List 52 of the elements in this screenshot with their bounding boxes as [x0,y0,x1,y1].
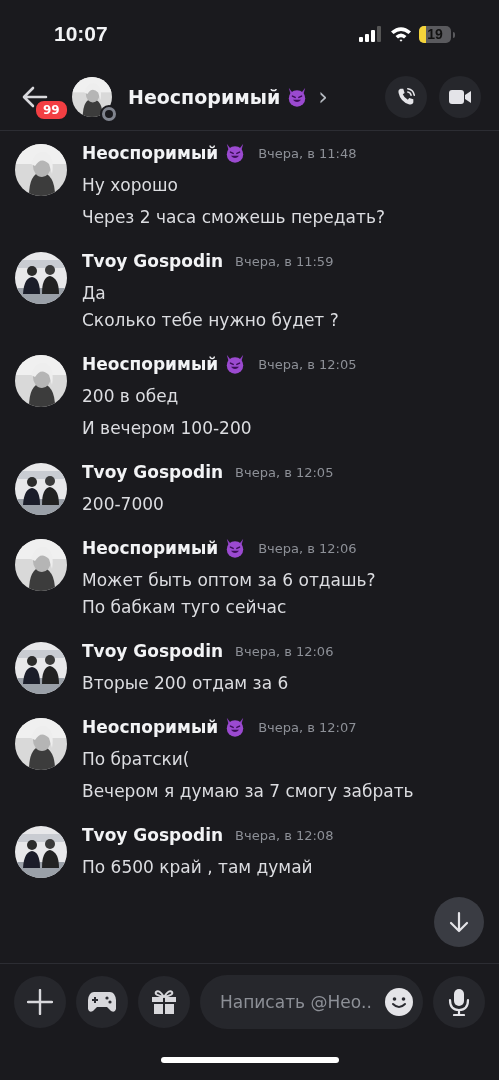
games-button[interactable] [76,976,128,1028]
message-timestamp: Вчера, в 12:05 [235,464,334,480]
add-button[interactable] [14,976,66,1028]
plus-icon [27,989,53,1015]
gift-button[interactable] [138,976,190,1028]
author-name[interactable]: Неоспоримый [82,143,219,163]
signal-icon [359,26,383,42]
author-name[interactable]: Tvoy Gospodin [82,825,224,845]
down-arrow-icon [449,911,469,933]
message-text: 200 в обед [82,385,180,408]
author-name[interactable]: Tvoy Gospodin [82,251,224,271]
wifi-icon [390,26,412,42]
video-call-button[interactable] [439,76,481,118]
video-camera-icon [448,88,472,106]
message-timestamp: Вчера, в 11:59 [235,253,334,269]
author-name[interactable]: Неоспоримый [82,354,219,374]
voice-button[interactable] [433,976,485,1028]
clock-time: 10:07 [54,22,108,46]
message-timestamp: Вчера, в 12:06 [235,643,334,659]
author-name[interactable]: Tvoy Gospodin [82,641,224,661]
message-text: По бабкам туго сейчас [82,596,288,619]
message-input-field[interactable]: Написать @Нео.. [218,991,379,1013]
scroll-to-bottom-button[interactable] [434,897,484,947]
message-text: Да [82,282,107,305]
message-text: По 6500 край , там думай [82,856,314,879]
emoji-icon[interactable] [385,988,413,1016]
message-field[interactable]: Написать @Нео.. [200,975,423,1029]
gamepad-icon [87,990,117,1014]
message-text: 200-7000 [82,493,165,516]
author-name[interactable]: Неоспоримый [82,717,219,737]
message-text: Сколько тебе нужно будет ? [82,309,339,332]
unread-badge: 99 [34,99,69,121]
message-text: Вторые 200 отдам за 6 [82,672,290,695]
author-name[interactable]: Tvoy Gospodin [82,462,224,482]
gift-icon [151,989,177,1015]
message-timestamp: Вчера, в 12:05 [258,356,357,372]
call-button[interactable] [385,76,427,118]
message-timestamp: Вчера, в 12:06 [258,540,357,556]
message-text: И вечером 100-200 [82,417,253,440]
message-text: Через 2 часа сможешь передать? [82,206,385,229]
message-timestamp: Вчера, в 11:48 [258,145,357,161]
message-timestamp: Вчера, в 12:07 [258,719,357,735]
author-name[interactable]: Неоспоримый [82,538,219,558]
message-text: По братски( [82,748,191,771]
message-text: Вечером я думаю за 7 смогу забрать [82,780,414,803]
microphone-icon [448,988,470,1016]
contact-name-link[interactable]: Неоспоримый › [128,83,385,111]
offline-status-icon [102,107,116,121]
message-timestamp: Вчера, в 12:08 [235,827,334,843]
phone-icon [395,86,417,108]
message-text: Может быть оптом за 6 отдашь? [82,569,376,592]
message-text: Ну хорошо [82,174,179,197]
